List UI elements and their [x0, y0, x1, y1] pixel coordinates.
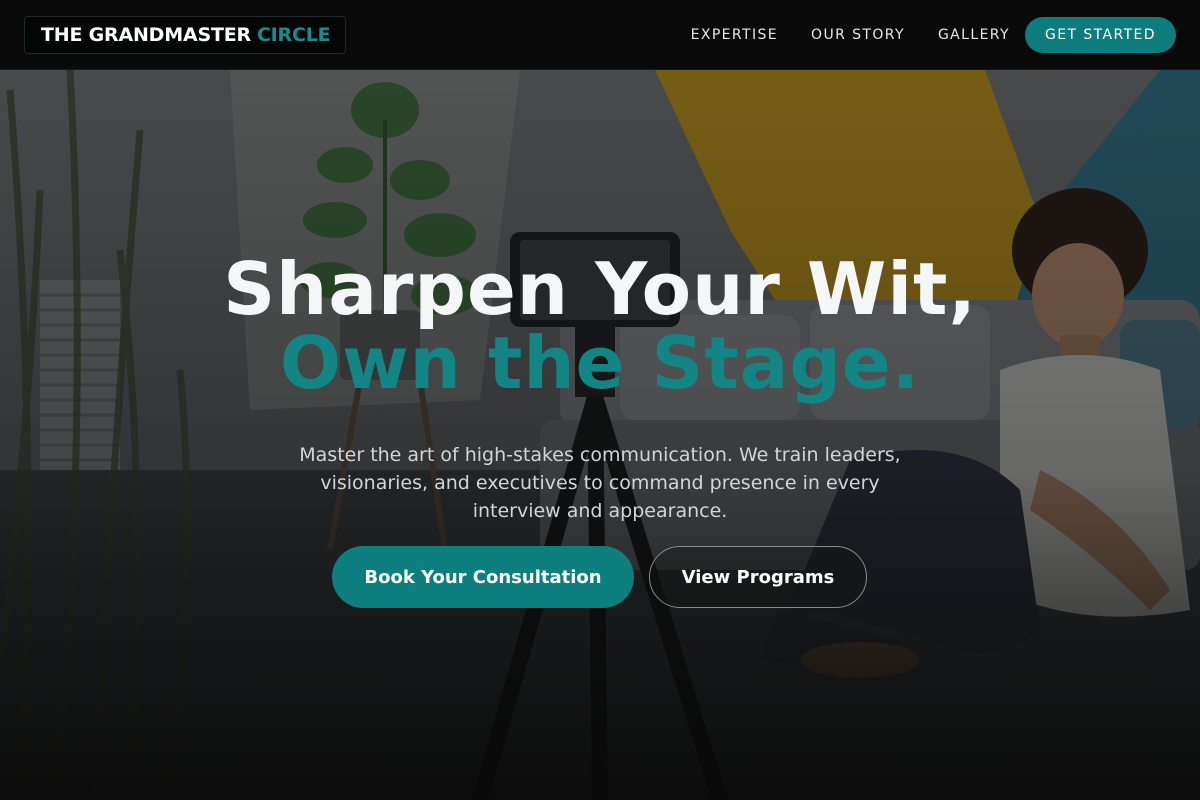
- brand-name-primary: THE GRANDMASTER: [41, 24, 251, 46]
- hero-section: [0, 70, 1200, 800]
- top-navigation-bar: THE GRANDMASTER CIRCLE EXPERTISE OUR STO…: [0, 0, 1200, 70]
- hero-headline-line1: Sharpen Your Wit,: [223, 247, 977, 331]
- hero-dark-overlay: [0, 70, 1200, 800]
- nav-links: EXPERTISE OUR STORY GALLERY: [658, 0, 1010, 70]
- hero-headline-line2: Own the Stage.: [279, 321, 921, 405]
- get-started-button[interactable]: GET STARTED: [1025, 17, 1176, 53]
- nav-link-expertise[interactable]: EXPERTISE: [691, 27, 778, 43]
- nav-link-our-story[interactable]: OUR STORY: [811, 27, 905, 43]
- book-consultation-button[interactable]: Book Your Consultation: [332, 546, 634, 608]
- hero-subtitle: Master the art of high-stakes communicat…: [299, 444, 901, 522]
- hero-headline: Sharpen Your Wit, Own the Stage.: [0, 252, 1200, 400]
- brand-logo[interactable]: THE GRANDMASTER CIRCLE: [24, 16, 346, 54]
- nav-link-gallery[interactable]: GALLERY: [938, 27, 1010, 43]
- brand-name-accent: CIRCLE: [256, 24, 331, 46]
- view-programs-button[interactable]: View Programs: [649, 546, 867, 608]
